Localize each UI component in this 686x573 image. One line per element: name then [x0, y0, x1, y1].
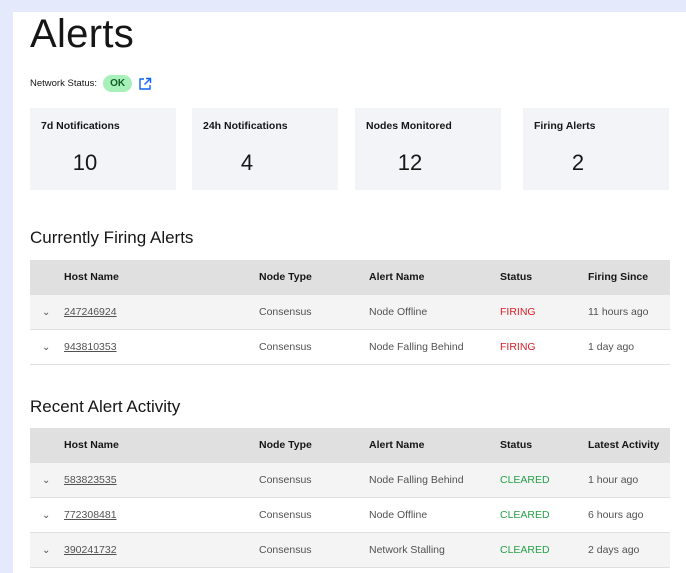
card-label: 7d Notifications [41, 120, 120, 132]
alert-name-cell: Node Offline [369, 509, 428, 521]
column-header-alert-name[interactable]: Alert Name [369, 428, 424, 463]
recent-activity-table: Host Name Node Type Alert Name Status La… [30, 428, 670, 568]
card-label: 24h Notifications [203, 120, 288, 132]
node-type-cell: Consensus [259, 341, 312, 353]
column-header-alert-name[interactable]: Alert Name [369, 260, 424, 295]
card-firing-alerts: Firing Alerts 2 [523, 108, 669, 190]
card-label: Firing Alerts [534, 120, 596, 132]
table-row[interactable]: ⌄ 247246924 Consensus Node Offline FIRIN… [30, 295, 670, 330]
table-header: Host Name Node Type Alert Name Status Fi… [30, 260, 670, 295]
card-label: Nodes Monitored [366, 120, 452, 132]
host-link[interactable]: 583823535 [64, 463, 117, 498]
time-cell: 11 hours ago [588, 306, 649, 318]
status-cell: FIRING [500, 306, 536, 318]
card-nodes-monitored: Nodes Monitored 12 [355, 108, 501, 190]
network-status-label: Network Status: [30, 78, 98, 89]
time-cell: 1 day ago [588, 341, 635, 353]
chevron-down-icon[interactable]: ⌄ [42, 330, 50, 365]
status-badge: OK [103, 75, 133, 92]
network-status: Network Status: OK [30, 75, 152, 92]
node-type-cell: Consensus [259, 474, 312, 486]
node-type-cell: Consensus [259, 509, 312, 521]
alert-name-cell: Node Offline [369, 306, 428, 318]
card-24h-notifications: 24h Notifications 4 [192, 108, 338, 190]
alert-name-cell: Node Falling Behind [369, 341, 464, 353]
column-header-host[interactable]: Host Name [64, 428, 119, 463]
table-row[interactable]: ⌄ 390241732 Consensus Network Stalling C… [30, 533, 670, 568]
host-link[interactable]: 247246924 [64, 295, 117, 330]
column-header-status[interactable]: Status [500, 428, 532, 463]
node-type-cell: Consensus [259, 306, 312, 318]
status-cell: CLEARED [500, 544, 550, 556]
column-header-firing-since[interactable]: Firing Since [588, 260, 648, 295]
time-cell: 1 hour ago [588, 474, 639, 486]
external-link-icon[interactable] [138, 77, 152, 91]
chevron-down-icon[interactable]: ⌄ [42, 295, 50, 330]
recent-section-title: Recent Alert Activity [30, 397, 181, 416]
status-cell: CLEARED [500, 474, 550, 486]
card-value: 2 [571, 150, 585, 175]
chevron-down-icon[interactable]: ⌄ [42, 463, 50, 498]
host-link[interactable]: 943810353 [64, 330, 117, 365]
time-cell: 2 days ago [588, 544, 640, 556]
column-header-node-type[interactable]: Node Type [259, 260, 312, 295]
firing-section-title: Currently Firing Alerts [30, 228, 194, 247]
column-header-node-type[interactable]: Node Type [259, 428, 312, 463]
table-header: Host Name Node Type Alert Name Status La… [30, 428, 670, 463]
card-value: 4 [240, 150, 254, 175]
chevron-down-icon[interactable]: ⌄ [42, 533, 50, 568]
node-type-cell: Consensus [259, 544, 312, 556]
status-cell: FIRING [500, 341, 536, 353]
card-value: 10 [72, 150, 98, 175]
column-header-host[interactable]: Host Name [64, 260, 119, 295]
chevron-down-icon[interactable]: ⌄ [42, 498, 50, 533]
alerts-panel: Alerts Network Status: OK 7d Notificatio… [13, 12, 686, 573]
column-header-latest-activity[interactable]: Latest Activity [588, 428, 659, 463]
status-cell: CLEARED [500, 509, 550, 521]
table-row[interactable]: ⌄ 772308481 Consensus Node Offline CLEAR… [30, 498, 670, 533]
time-cell: 6 hours ago [588, 509, 644, 521]
page-title: Alerts [30, 12, 135, 56]
card-value: 12 [397, 150, 423, 175]
alert-name-cell: Node Falling Behind [369, 474, 464, 486]
card-7d-notifications: 7d Notifications 10 [30, 108, 176, 190]
alert-name-cell: Network Stalling [369, 544, 445, 556]
host-link[interactable]: 390241732 [64, 533, 117, 568]
table-row[interactable]: ⌄ 583823535 Consensus Node Falling Behin… [30, 463, 670, 498]
column-header-status[interactable]: Status [500, 260, 532, 295]
firing-alerts-table: Host Name Node Type Alert Name Status Fi… [30, 260, 670, 365]
host-link[interactable]: 772308481 [64, 498, 117, 533]
table-row[interactable]: ⌄ 943810353 Consensus Node Falling Behin… [30, 330, 670, 365]
